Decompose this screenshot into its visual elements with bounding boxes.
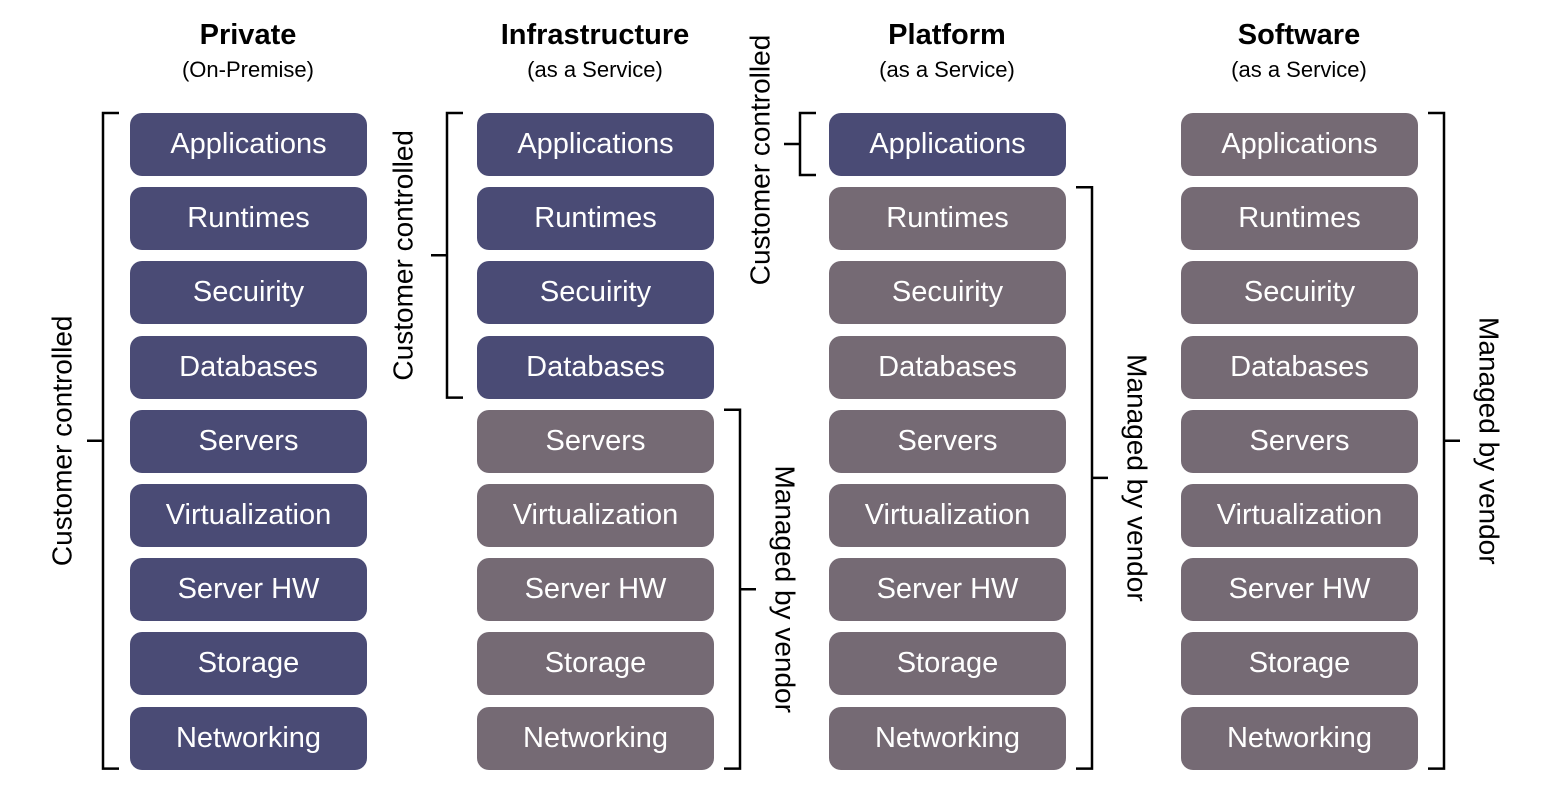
customer-controlled-0-label: Customer controlled: [47, 316, 78, 567]
customer-controlled-2-label: Customer controlled: [745, 35, 776, 286]
managed-by-vendor-2-bracket: [1076, 185, 1108, 770]
managed-by-vendor-1-bracket: [724, 408, 756, 770]
managed-by-vendor-1-label: Managed by vendor: [770, 465, 801, 713]
customer-controlled-1-bracket: [431, 111, 463, 399]
customer-controlled-2-bracket: [784, 111, 816, 177]
customer-controlled-0-bracket: [87, 111, 119, 770]
customer-controlled-1-label: Customer controlled: [388, 130, 419, 381]
managed-by-vendor-2-label: Managed by vendor: [1122, 354, 1153, 602]
managed-by-vendor-3-label: Managed by vendor: [1474, 317, 1505, 565]
managed-by-vendor-3-bracket: [1428, 111, 1460, 770]
brackets-layer: Customer controlled Customer controlled Ma…: [47, 35, 1505, 770]
